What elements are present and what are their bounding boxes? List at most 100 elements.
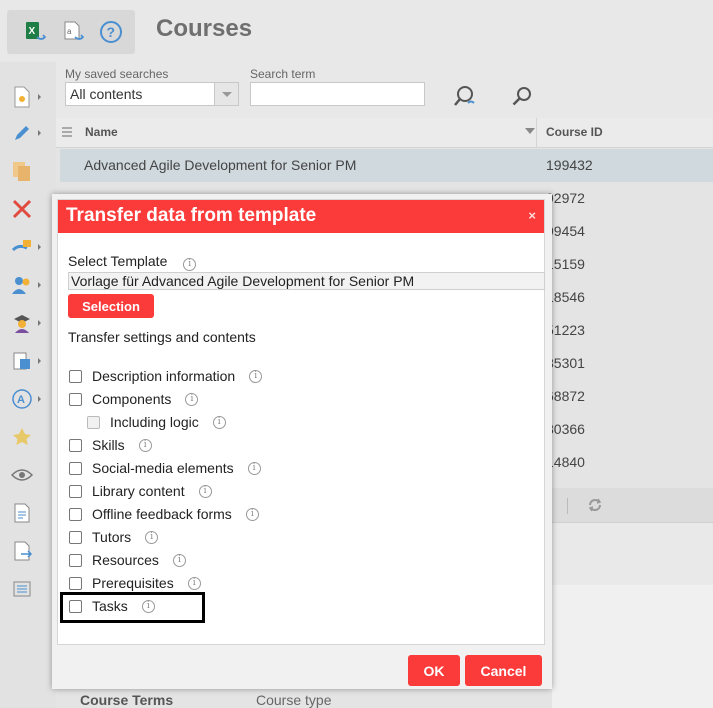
help-icon[interactable]: ?	[99, 20, 123, 44]
new-document-button[interactable]	[10, 84, 46, 110]
users-icon	[10, 273, 34, 297]
highlight-box	[60, 592, 205, 623]
print-icon	[10, 349, 34, 373]
word-export-icon[interactable]: a	[61, 20, 85, 44]
saved-searches-label: My saved searches	[65, 67, 169, 81]
sort-down-icon[interactable]	[525, 128, 535, 134]
report-button[interactable]	[10, 500, 46, 526]
saved-searches-value: All contents	[70, 86, 143, 102]
course-terms-label: Course Terms	[80, 692, 174, 708]
delete-icon	[10, 197, 34, 221]
svg-text:A: A	[17, 394, 25, 406]
checkbox[interactable]	[69, 461, 82, 475]
report-icon	[10, 501, 34, 525]
export-button[interactable]	[10, 538, 46, 564]
delete-button[interactable]	[10, 196, 46, 222]
checkbox[interactable]	[69, 369, 82, 383]
chevron-down-icon[interactable]	[214, 83, 238, 105]
left-sidebar: A	[0, 62, 56, 708]
option-skills[interactable]: Skills i	[69, 436, 152, 454]
template-field: Vorlage für Advanced Agile Development f…	[68, 272, 545, 290]
cancel-button[interactable]: Cancel	[465, 655, 542, 686]
scan-button[interactable]	[10, 576, 46, 602]
copy-button[interactable]	[10, 158, 46, 184]
edit-button[interactable]	[10, 120, 46, 146]
svg-text:a: a	[67, 27, 72, 36]
info-icon[interactable]: i	[247, 461, 261, 475]
course-type-label: Course type	[256, 692, 332, 708]
column-header-name[interactable]: Name	[85, 125, 118, 139]
excel-export-icon[interactable]: X	[23, 20, 47, 44]
info-icon[interactable]: i	[198, 484, 212, 498]
checkbox-disabled	[87, 415, 100, 429]
transfer-icon	[10, 235, 34, 259]
svg-text:X: X	[29, 26, 36, 37]
print-button[interactable]	[10, 348, 46, 374]
search-term-label: Search term	[250, 67, 316, 81]
option-social-media-elements[interactable]: Social-media elements i	[69, 459, 261, 477]
ok-button[interactable]: OK	[408, 655, 460, 686]
info-icon[interactable]: i	[145, 530, 159, 544]
checkbox[interactable]	[69, 438, 82, 452]
translate-button[interactable]: A	[10, 386, 46, 412]
advanced-search-button[interactable]	[451, 83, 479, 111]
trainer-icon	[10, 311, 34, 335]
checkbox[interactable]	[69, 530, 82, 544]
svg-text:?: ?	[107, 24, 116, 40]
star-icon	[10, 425, 34, 449]
edit-pencil-icon	[10, 121, 34, 145]
checkbox[interactable]	[69, 484, 82, 498]
info-icon[interactable]: i	[138, 438, 152, 452]
grid-footer	[552, 488, 713, 522]
page-title: Courses	[156, 15, 253, 42]
dialog-header: Transfer data from template ×	[58, 200, 544, 233]
scan-icon	[10, 577, 34, 601]
info-icon[interactable]: i	[183, 257, 197, 271]
table-row[interactable]: Advanced Agile Development for Senior PM…	[60, 149, 713, 182]
saved-searches-select[interactable]: All contents	[65, 82, 239, 106]
export-icon	[10, 539, 34, 563]
transfer-button[interactable]	[10, 234, 46, 260]
option-including-logic: Including logic i	[87, 413, 226, 431]
close-icon[interactable]: ×	[528, 208, 536, 223]
selection-button[interactable]: Selection	[68, 294, 154, 318]
transfer-settings-label: Transfer settings and contents	[68, 329, 256, 345]
eye-icon	[10, 463, 34, 487]
trainer-button[interactable]	[10, 310, 46, 336]
info-icon[interactable]: i	[185, 392, 199, 406]
info-icon[interactable]: i	[187, 576, 201, 590]
toolbar-icon-group: X a ?	[7, 10, 135, 54]
search-button[interactable]	[508, 83, 536, 111]
table-header: Name Course ID	[56, 118, 713, 148]
dialog-title: Transfer data from template	[66, 205, 317, 226]
translate-icon: A	[10, 387, 34, 411]
option-resources[interactable]: Resources i	[69, 551, 186, 569]
info-icon[interactable]: i	[172, 553, 186, 567]
search-input[interactable]	[250, 82, 425, 106]
checkbox[interactable]	[69, 392, 82, 406]
option-description-information[interactable]: Description information i	[69, 367, 263, 385]
option-components[interactable]: Components i	[69, 390, 199, 408]
column-menu-icon[interactable]	[62, 127, 72, 139]
detail-panel-body	[552, 585, 713, 708]
info-icon[interactable]: i	[249, 369, 263, 383]
search-icon	[512, 87, 531, 106]
new-document-icon	[10, 85, 34, 109]
info-icon[interactable]: i	[212, 415, 226, 429]
option-prerequisites[interactable]: Prerequisites i	[69, 574, 201, 592]
option-tutors[interactable]: Tutors i	[69, 528, 159, 546]
users-button[interactable]	[10, 272, 46, 298]
favorite-button[interactable]	[10, 424, 46, 450]
checkbox[interactable]	[69, 576, 82, 590]
info-icon[interactable]: i	[245, 507, 259, 521]
checkbox[interactable]	[69, 553, 82, 567]
column-header-course-id[interactable]: Course ID	[546, 125, 603, 139]
option-offline-feedback-forms[interactable]: Offline feedback forms i	[69, 505, 259, 523]
refresh-icon[interactable]	[587, 497, 603, 518]
copy-icon	[10, 159, 34, 183]
preview-button[interactable]	[10, 462, 46, 488]
search-user-icon	[454, 86, 475, 106]
top-bar: X a ? Courses	[0, 0, 713, 62]
checkbox[interactable]	[69, 507, 82, 521]
option-library-content[interactable]: Library content i	[69, 482, 212, 500]
